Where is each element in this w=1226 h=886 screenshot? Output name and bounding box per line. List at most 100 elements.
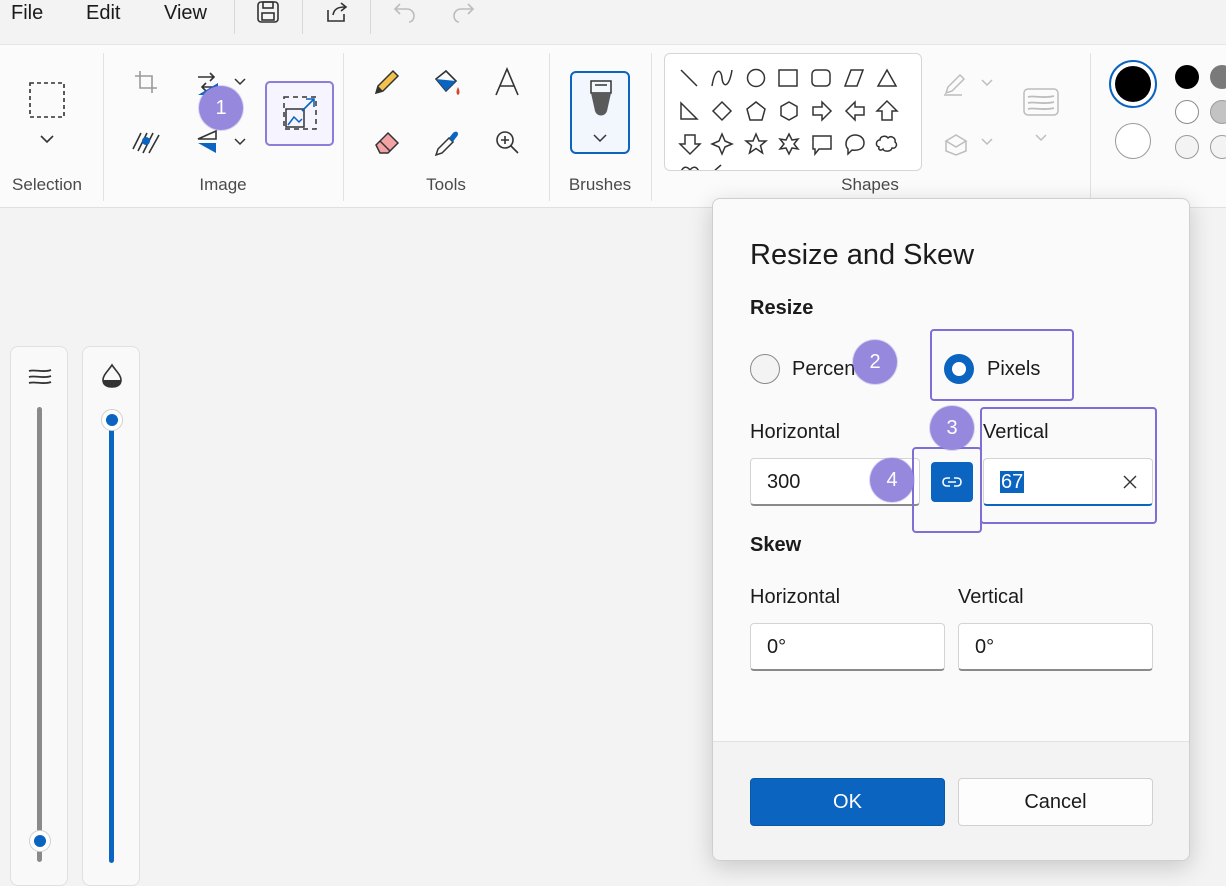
- oval-shape-icon[interactable]: [746, 68, 766, 88]
- redo-icon[interactable]: [450, 0, 476, 24]
- size-slider-track[interactable]: [37, 407, 42, 862]
- horizontal-label: Horizontal: [750, 421, 841, 443]
- ribbon-separator: [103, 53, 104, 201]
- skew-vertical-label: Vertical: [958, 586, 1024, 608]
- rectangle-shape-icon[interactable]: [778, 69, 798, 87]
- opacity-slider-track[interactable]: [109, 421, 114, 863]
- polygon-shape-icon[interactable]: [843, 69, 865, 87]
- size-slider-panel: [10, 346, 68, 886]
- ribbon-separator: [1090, 53, 1091, 201]
- menu-view[interactable]: View: [164, 2, 207, 25]
- five-point-star-shape-icon[interactable]: [743, 132, 769, 155]
- up-arrow-shape-icon[interactable]: [875, 99, 899, 121]
- chevron-down-icon[interactable]: [980, 137, 994, 147]
- ok-button[interactable]: OK: [750, 778, 945, 826]
- annotation-highlight-vertical: [980, 407, 1157, 524]
- primary-color-swatch[interactable]: [1109, 60, 1157, 108]
- group-label-brushes: Brushes: [568, 175, 632, 194]
- annotation-badge-3: 3: [930, 406, 974, 450]
- skew-horizontal-label: Horizontal: [750, 586, 841, 608]
- group-label-selection: Selection: [12, 175, 82, 194]
- right-arrow-shape-icon[interactable]: [812, 100, 833, 122]
- stroke-size-icon[interactable]: [1022, 87, 1060, 117]
- eraser-icon[interactable]: [372, 129, 400, 155]
- cancel-button[interactable]: Cancel: [958, 778, 1153, 826]
- crop-icon[interactable]: [133, 69, 159, 95]
- flip-icon[interactable]: [196, 129, 222, 155]
- rect-callout-shape-icon[interactable]: [812, 135, 832, 157]
- annotation-highlight-link: [912, 447, 982, 533]
- color-swatch-empty[interactable]: [1210, 135, 1226, 159]
- curve-shape-icon[interactable]: [711, 69, 733, 87]
- menu-separator: [302, 0, 303, 34]
- lightning-shape-icon[interactable]: [713, 164, 722, 171]
- fill-bucket-icon[interactable]: [432, 67, 462, 99]
- chevron-down-icon[interactable]: [233, 137, 247, 147]
- brush-icon: [590, 80, 612, 116]
- six-point-star-shape-icon[interactable]: [778, 132, 800, 156]
- pentagon-shape-icon[interactable]: [746, 101, 766, 121]
- color-swatch-gray[interactable]: [1210, 65, 1226, 89]
- chevron-down-icon[interactable]: [233, 77, 247, 87]
- chevron-down-icon[interactable]: [1034, 133, 1048, 143]
- undo-icon[interactable]: [392, 0, 418, 24]
- down-arrow-shape-icon[interactable]: [678, 134, 702, 156]
- chevron-down-icon[interactable]: [980, 78, 994, 88]
- menu-bar: File Edit View: [0, 0, 1226, 44]
- text-icon[interactable]: [494, 67, 520, 97]
- cloud-callout-shape-icon[interactable]: [875, 135, 898, 152]
- image-properties-icon[interactable]: [131, 129, 161, 155]
- percentage-radio[interactable]: [750, 354, 780, 384]
- line-shape-icon[interactable]: [680, 69, 698, 87]
- resize-image-button[interactable]: [265, 81, 334, 146]
- color-swatch-black[interactable]: [1175, 65, 1199, 89]
- color-swatch-white[interactable]: [1175, 100, 1199, 124]
- diamond-shape-icon[interactable]: [711, 100, 733, 122]
- secondary-color-swatch[interactable]: [1115, 123, 1151, 159]
- opacity-slider-thumb[interactable]: [101, 409, 123, 431]
- color-swatch-light-gray[interactable]: [1210, 100, 1226, 124]
- annotation-badge-4: 4: [870, 458, 914, 502]
- chevron-down-icon[interactable]: [39, 133, 55, 145]
- rounded-rectangle-shape-icon[interactable]: [811, 69, 831, 87]
- skew-horizontal-input[interactable]: 0°: [750, 623, 945, 671]
- menu-separator: [370, 0, 371, 34]
- save-icon[interactable]: [256, 0, 280, 24]
- magnifier-icon[interactable]: [494, 129, 520, 155]
- hexagon-shape-icon[interactable]: [780, 101, 798, 121]
- opacity-slider-panel: [82, 346, 140, 886]
- brushes-button[interactable]: [570, 71, 630, 154]
- menu-separator: [234, 0, 235, 34]
- menu-file[interactable]: File: [11, 2, 43, 25]
- opacity-drop-icon: [102, 363, 122, 388]
- left-arrow-shape-icon[interactable]: [844, 100, 865, 122]
- four-point-star-shape-icon[interactable]: [710, 132, 734, 156]
- color-swatch-empty[interactable]: [1175, 135, 1199, 159]
- annotation-badge-1: 1: [199, 86, 243, 130]
- triangle-shape-icon[interactable]: [876, 68, 898, 87]
- horizontal-resize-value: 300: [767, 471, 801, 493]
- right-triangle-shape-icon[interactable]: [680, 101, 699, 120]
- ribbon-separator: [549, 53, 550, 201]
- chevron-down-icon: [593, 134, 607, 143]
- shape-fill-icon[interactable]: [942, 131, 970, 157]
- annotation-highlight-pixels: [930, 329, 1074, 401]
- stroke-size-icon: [28, 369, 52, 385]
- group-label-tools: Tools: [426, 175, 466, 194]
- heart-shape-icon[interactable]: [681, 166, 699, 171]
- annotation-badge-2: 2: [853, 340, 897, 384]
- shape-outline-icon[interactable]: [942, 73, 970, 99]
- rectangle-selection-icon[interactable]: [28, 81, 66, 119]
- color-picker-icon[interactable]: [432, 127, 460, 157]
- dialog-title: Resize and Skew: [750, 239, 975, 271]
- pencil-icon[interactable]: [372, 67, 400, 97]
- shapes-grid: [678, 68, 899, 171]
- shapes-gallery[interactable]: [664, 53, 922, 171]
- oval-callout-shape-icon[interactable]: [845, 134, 865, 156]
- size-slider-thumb[interactable]: [29, 830, 51, 852]
- skew-section-label: Skew: [750, 534, 802, 556]
- skew-vertical-input[interactable]: 0°: [958, 623, 1153, 671]
- share-icon[interactable]: [324, 0, 350, 24]
- skew-vertical-value: 0°: [975, 636, 995, 658]
- menu-edit[interactable]: Edit: [86, 2, 120, 25]
